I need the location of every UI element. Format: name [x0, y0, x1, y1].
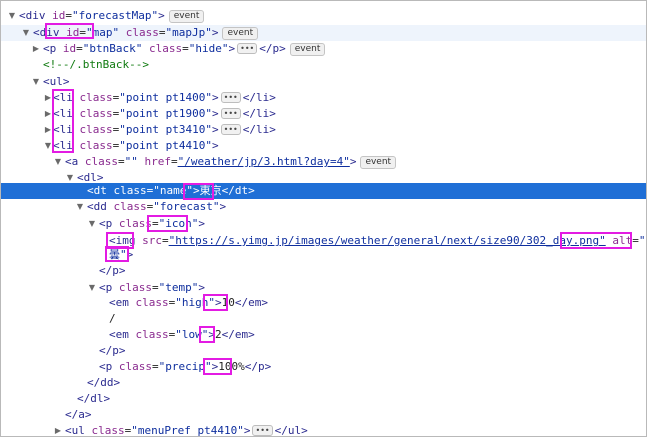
node-a-weather-link[interactable]: ▼ <a class="" href="/weather/jp/3.html?d… — [1, 154, 646, 170]
node-li-pt1900[interactable]: ▶ <li class="point pt1900"> ••• </li> — [1, 106, 646, 122]
collapse-triangle-icon[interactable]: ▼ — [75, 199, 85, 215]
node-text-slash[interactable]: / — [1, 311, 646, 327]
expand-triangle-icon[interactable]: ▶ — [43, 90, 53, 106]
node-dd-forecast[interactable]: ▼ <dd class="forecast"> — [1, 199, 646, 215]
event-badge[interactable]: event — [168, 10, 205, 23]
node-dt-name-selected[interactable]: <dt class="name">東京</dt> — [1, 183, 646, 199]
dom-inspector-panel: ▼ <div id="forecastMap"> event ▼ <div id=… — [0, 0, 647, 437]
node-p-precip[interactable]: <p class="precip">100%</p> — [1, 359, 646, 375]
node-a-close[interactable]: </a> — [1, 407, 646, 423]
event-badge[interactable]: event — [289, 43, 326, 56]
collapsed-content-button[interactable]: ••• — [220, 92, 241, 103]
node-li-pt1400[interactable]: ▶ <li class="point pt1400"> ••• </li> — [1, 90, 646, 106]
collapsed-content-button[interactable]: ••• — [220, 108, 241, 119]
node-p-temp[interactable]: ▼ <p class="temp"> — [1, 280, 646, 296]
node-img-weather-wrap[interactable]: 曇"> — [1, 247, 646, 263]
collapse-triangle-icon[interactable]: ▼ — [21, 25, 31, 41]
collapse-triangle-icon[interactable]: ▼ — [43, 138, 53, 154]
node-ul[interactable]: ▼ <ul> — [1, 74, 646, 90]
node-div-forecastmap[interactable]: ▼ <div id="forecastMap"> event — [1, 8, 646, 24]
node-p-btnback[interactable]: ▶ <p id="btnBack" class="hide"> ••• </p> ev… — [1, 41, 646, 57]
expand-triangle-icon[interactable]: ▶ — [43, 106, 53, 122]
node-div-map[interactable]: ▼ <div id="map" class="mapJp"> event — [1, 25, 646, 41]
node-li-pt3410[interactable]: ▶ <li class="point pt3410"> ••• </li> — [1, 122, 646, 138]
node-em-high[interactable]: <em class="high">10</em> — [1, 295, 646, 311]
collapse-triangle-icon[interactable]: ▼ — [7, 8, 17, 24]
expand-triangle-icon[interactable]: ▶ — [53, 423, 63, 436]
href-link[interactable]: "/weather/jp/3.html?day=4" — [178, 155, 350, 168]
collapse-triangle-icon[interactable]: ▼ — [53, 154, 63, 170]
node-ul-menupref[interactable]: ▶ <ul class="menuPref pt4410"> ••• </ul> — [1, 423, 646, 436]
node-li-pt4410[interactable]: ▼ <li class="point pt4410"> — [1, 138, 646, 154]
node-dl-close[interactable]: </dl> — [1, 391, 646, 407]
collapsed-content-button[interactable]: ••• — [237, 43, 258, 54]
node-p-icon-close[interactable]: </p> — [1, 263, 646, 279]
collapsed-content-button[interactable]: ••• — [252, 425, 273, 436]
expand-triangle-icon[interactable]: ▶ — [43, 122, 53, 138]
node-em-low[interactable]: <em class="low">2</em> — [1, 327, 646, 343]
expand-triangle-icon[interactable]: ▶ — [31, 41, 41, 57]
event-badge[interactable]: event — [360, 156, 397, 169]
src-link[interactable]: "https://s.yimg.jp/images/weather/genera… — [169, 234, 606, 247]
collapsed-content-button[interactable]: ••• — [220, 124, 241, 135]
collapse-triangle-icon[interactable]: ▼ — [87, 216, 97, 232]
node-p-temp-close[interactable]: </p> — [1, 343, 646, 359]
collapse-triangle-icon[interactable]: ▼ — [87, 280, 97, 296]
node-comment-btnback[interactable]: <!--/.btnBack--> — [1, 57, 646, 73]
event-badge[interactable]: event — [222, 27, 259, 40]
node-p-icon[interactable]: ▼ <p class="icon"> — [1, 216, 646, 232]
collapse-triangle-icon[interactable]: ▼ — [31, 74, 41, 90]
node-dd-close[interactable]: </dd> — [1, 375, 646, 391]
